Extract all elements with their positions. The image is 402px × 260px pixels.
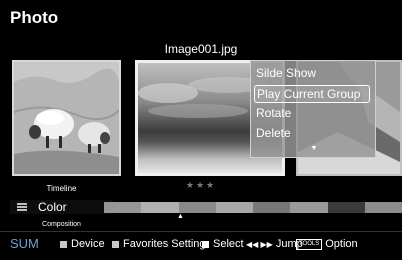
menu-item-delete[interactable]: Delete xyxy=(256,126,291,140)
favorites-button-icon xyxy=(112,240,119,248)
sum-label: SUM xyxy=(10,236,39,251)
color-group-segment[interactable] xyxy=(253,202,291,213)
sheep-image xyxy=(14,62,119,174)
color-group-segment[interactable] xyxy=(104,202,142,213)
color-group-segment[interactable] xyxy=(364,202,402,213)
photo-thumbnail-sheep[interactable] xyxy=(12,60,121,176)
tools-hint[interactable]: TOOLS Option xyxy=(296,238,358,250)
select-hint[interactable]: Select xyxy=(202,238,244,250)
sort-option-current: Color xyxy=(38,200,67,214)
sort-option-timeline[interactable]: Timeline xyxy=(10,184,113,193)
color-group-segment[interactable] xyxy=(290,202,329,213)
strip-position-marker-icon: ▲ xyxy=(177,213,184,220)
color-group-segment[interactable] xyxy=(141,202,180,213)
page-title: Photo xyxy=(10,8,59,27)
device-button-icon xyxy=(60,240,67,248)
list-icon xyxy=(17,203,27,211)
menu-item-play-current-group[interactable]: Play Current Group xyxy=(254,85,370,103)
jump-hint[interactable]: ◀◀ ▶▶ Jump xyxy=(246,238,303,250)
photo-browser-screen: Photo Image001.jpg Silde Show Play Curre… xyxy=(0,0,402,260)
color-group-segment[interactable] xyxy=(178,202,217,213)
current-filename: Image001.jpg xyxy=(164,42,238,56)
color-group-segment[interactable] xyxy=(215,202,254,213)
favorites-hint[interactable]: Favorites Setting xyxy=(112,238,206,250)
sort-option-composition[interactable]: Composition xyxy=(10,221,113,228)
tools-button-icon: TOOLS xyxy=(296,238,323,250)
footer-bar: SUM Device Favorites Setting Select ◀◀ ▶… xyxy=(0,232,402,260)
menu-item-slide-show[interactable]: Silde Show xyxy=(256,66,316,80)
jump-arrows-icon: ◀◀ ▶▶ xyxy=(246,239,273,249)
select-label: Select xyxy=(213,238,244,250)
device-label: Device xyxy=(71,238,105,250)
favorites-label: Favorites Setting xyxy=(123,238,206,250)
select-button-icon xyxy=(202,240,209,248)
menu-item-rotate[interactable]: Rotate xyxy=(256,106,291,120)
color-group-segment[interactable] xyxy=(327,202,366,213)
option-label: Option xyxy=(325,238,358,250)
context-menu: Silde Show Play Current Group Rotate Del… xyxy=(250,60,376,158)
device-hint[interactable]: Device xyxy=(60,238,105,250)
down-arrow-icon[interactable]: ▼ xyxy=(251,145,377,152)
